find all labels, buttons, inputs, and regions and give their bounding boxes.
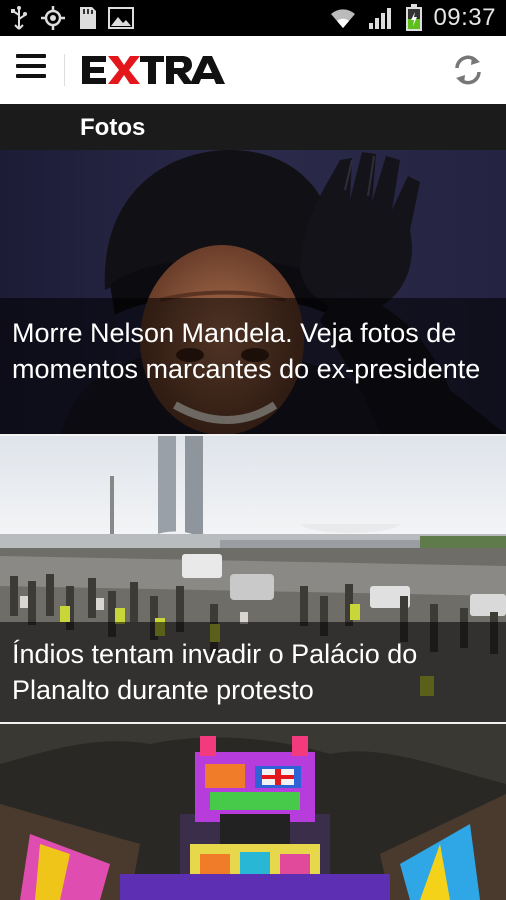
clock: 09:37 bbox=[433, 4, 496, 31]
app-header bbox=[0, 36, 506, 104]
gps-icon bbox=[41, 6, 65, 30]
status-bar: 09:37 bbox=[0, 0, 506, 36]
gallery-card[interactable]: Morre Nelson Mandela. Veja fotos de mome… bbox=[0, 150, 506, 434]
refresh-icon bbox=[455, 55, 481, 85]
card-caption: Índios tentam invadir o Palácio do Plana… bbox=[12, 639, 418, 705]
gallery-icon bbox=[108, 7, 134, 29]
photo-projection bbox=[0, 724, 506, 900]
header-divider bbox=[64, 54, 65, 86]
menu-icon bbox=[16, 54, 46, 58]
refresh-button[interactable] bbox=[450, 52, 486, 88]
sd-card-icon bbox=[80, 7, 96, 29]
gallery-card[interactable] bbox=[0, 724, 506, 900]
menu-button[interactable] bbox=[16, 54, 48, 86]
signal-icon bbox=[369, 8, 392, 29]
gallery-card[interactable]: Índios tentam invadir o Palácio do Plana… bbox=[0, 436, 506, 722]
card-caption: Morre Nelson Mandela. Veja fotos de mome… bbox=[12, 318, 481, 384]
extra-logo bbox=[82, 56, 225, 84]
section-title: Fotos bbox=[80, 114, 146, 141]
section-header: Fotos bbox=[0, 104, 506, 150]
battery-icon bbox=[406, 4, 423, 31]
usb-icon bbox=[11, 6, 27, 30]
wifi-icon bbox=[331, 9, 356, 28]
